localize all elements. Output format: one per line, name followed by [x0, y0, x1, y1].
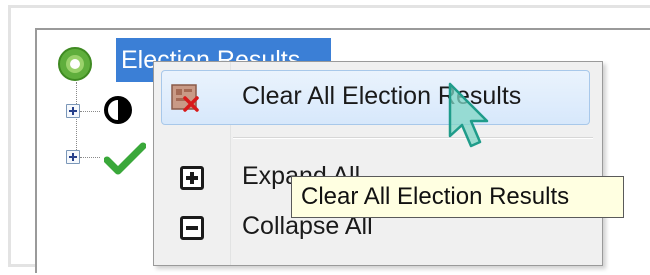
clear-results-icon [171, 84, 199, 112]
checkmark-icon[interactable] [104, 142, 146, 176]
outer-frame-top [8, 5, 650, 8]
tree-expand-toggle-icon[interactable] [66, 104, 80, 118]
contrast-icon[interactable] [104, 96, 132, 124]
expand-all-icon [180, 166, 204, 190]
mouse-cursor-icon [448, 82, 489, 148]
tree-expand-toggle-icon[interactable] [66, 150, 80, 164]
tree-connector-line [80, 111, 100, 112]
collapse-all-icon [180, 216, 204, 240]
menu-separator [233, 137, 593, 139]
tooltip: Clear All Election Results [291, 176, 624, 218]
election-results-icon [58, 47, 92, 81]
outer-frame-left [8, 5, 11, 267]
tree-connector-line [76, 82, 77, 160]
tree-connector-line [80, 157, 100, 158]
